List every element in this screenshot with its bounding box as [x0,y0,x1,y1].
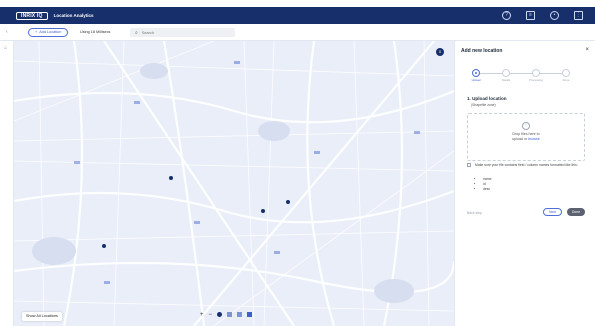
done-button[interactable]: Done [566,208,586,216]
file-dropzone[interactable]: ↑ Drop files here to upload or browse [467,113,585,161]
location-marker[interactable] [286,200,290,204]
step-label: Done [562,78,570,82]
browse-link[interactable]: browse [528,137,540,141]
step-circle-icon [532,69,540,77]
step-circle-icon [562,69,570,77]
close-icon[interactable]: × [585,47,589,53]
search-input[interactable] [141,30,222,35]
zoom-out-button[interactable]: − [209,312,213,318]
document-icon[interactable]: ≡ [526,11,535,20]
location-marker[interactable] [169,176,173,180]
step-circle-icon [502,69,510,77]
panel-actions: Next Done [543,208,586,216]
map-layer-badge[interactable]: 0 [436,48,444,56]
dropzone-text-2: upload or browse [468,137,584,142]
panel-title: Add new location [461,48,503,54]
grid-view-icon[interactable] [237,312,243,317]
usage-label: Using 18 Millisecs [80,30,111,34]
section-subtitle: (Shapefile zone) [471,103,496,107]
field-list: name id desc [477,177,491,192]
format-note-text: Make sure your file contains field / col… [475,163,578,167]
format-note: Make sure your file contains field / col… [467,163,587,203]
search-bar[interactable]: ⌕ [130,28,235,37]
location-marker[interactable] [261,209,265,213]
step-label: Upload [471,78,481,82]
next-button[interactable]: Next [543,208,562,216]
satellite-view-icon[interactable] [247,312,253,317]
list-item: desc [483,187,491,192]
step-label: Details [501,78,511,82]
dropzone-prefix: upload or [512,137,529,141]
info-checkbox[interactable] [467,163,471,167]
top-icon-group: ? ≡ • ⋮ [502,11,583,20]
location-marker[interactable] [102,244,106,248]
left-rail: ⌂ [0,41,14,326]
step-circle-icon [472,69,480,77]
show-all-locations-button[interactable]: Show All Locations [22,312,62,321]
upload-icon: ↑ [522,122,530,130]
add-location-button[interactable]: + Add Location [28,28,69,37]
step-label: Processing [529,78,543,82]
map-controls: + − [200,309,253,320]
top-navigation-bar: INRIX IQ Location Analytics ? ≡ • ⋮ [0,7,595,24]
plus-icon: + [35,30,38,34]
add-location-label: Add Location [39,30,62,34]
layer-toggle-icon[interactable] [227,312,233,317]
search-icon: ⌕ [135,29,138,36]
map-markers [102,176,290,248]
user-icon[interactable]: • [550,11,559,20]
progress-stepper: Upload Details Processing Done [471,69,576,83]
step-details: Details [491,69,521,82]
app-title: Location Analytics [53,13,94,18]
back-step-link[interactable]: Back step [467,211,482,215]
chevron-left-icon[interactable]: ‹ [6,29,8,35]
map-canvas[interactable]: 0 Show All Locations + − [14,41,454,326]
recenter-icon[interactable] [217,312,223,317]
step-upload: Upload [461,69,491,82]
home-icon[interactable]: ⌂ [4,45,7,51]
step-processing: Processing [521,69,551,82]
brand-logo[interactable]: INRIX IQ [16,11,48,20]
step-done: Done [551,69,581,82]
help-icon[interactable]: ? [502,11,511,20]
add-location-panel: Add new location × Upload Details Proces… [454,41,595,326]
zoom-in-button[interactable]: + [200,312,204,318]
section-title: 1. Upload location [467,96,507,101]
toolbar: ‹ + Add Location Using 18 Millisecs ⌕ [0,24,595,41]
apps-icon[interactable]: ⋮ [574,11,583,20]
app-window: INRIX IQ Location Analytics ? ≡ • ⋮ ‹ + … [0,0,595,326]
